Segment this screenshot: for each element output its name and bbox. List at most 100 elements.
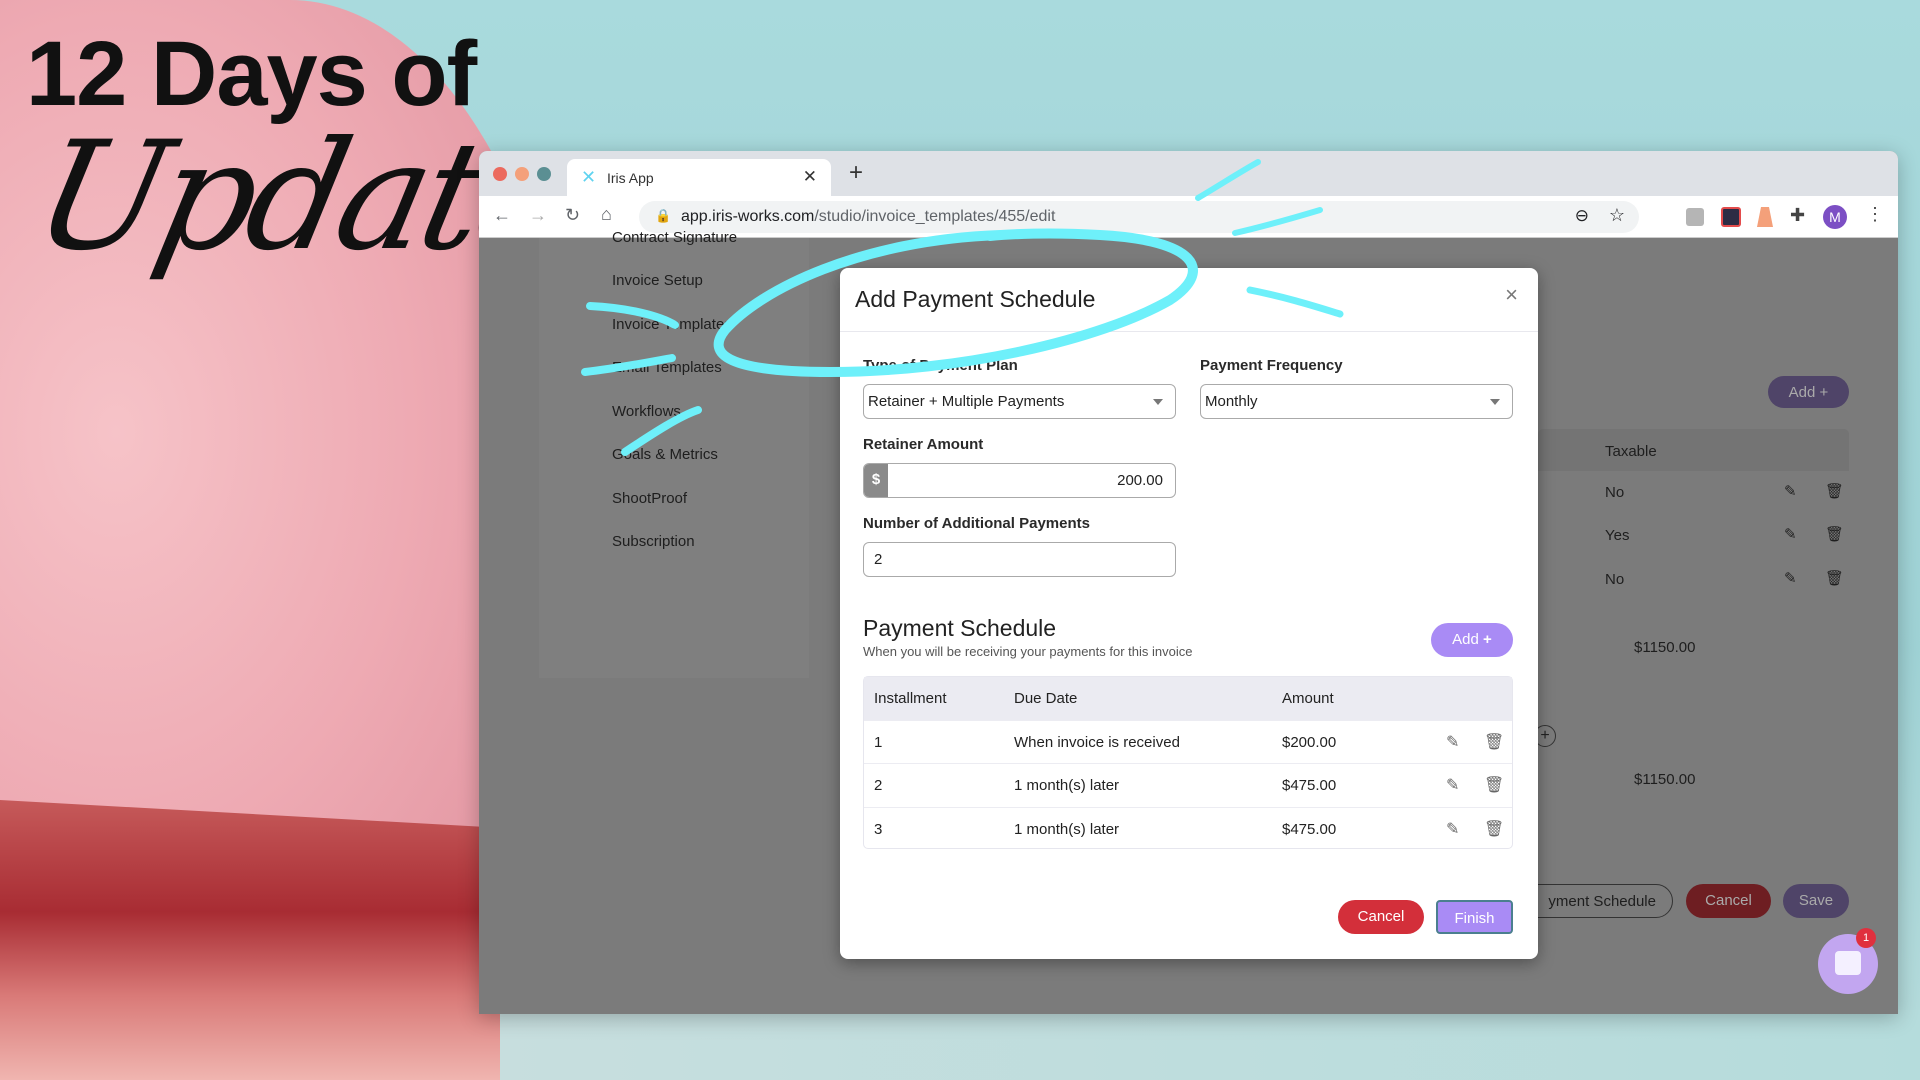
tab-iris-app[interactable]: ✕ Iris App ✕ [567, 159, 831, 196]
amount: $475.00 [1282, 777, 1337, 795]
total-amount: $1150.00 [1634, 771, 1696, 788]
chat-icon [1835, 951, 1861, 975]
table-row: 2 1 month(s) later $475.00 ✎ 🗑 [864, 763, 1512, 806]
close-window-button[interactable] [493, 167, 507, 181]
table-row: 1 When invoice is received $200.00 ✎ 🗑 [864, 720, 1512, 763]
lock-icon: 🔒 [655, 208, 672, 223]
sidebar-item-goals-metrics[interactable]: Goals & Metrics [612, 446, 718, 463]
divider [840, 331, 1538, 332]
total-amount: $1150.00 [1634, 639, 1696, 656]
trash-icon[interactable]: 🗑 [1484, 732, 1504, 752]
installment-number: 1 [874, 734, 883, 751]
taxable-value: No [1605, 484, 1625, 501]
minimize-window-button[interactable] [515, 167, 529, 181]
pencil-icon[interactable]: ✎ [1784, 525, 1797, 543]
payment-frequency-select[interactable]: Monthly [1200, 384, 1513, 419]
chat-widget-button[interactable]: 1 [1818, 928, 1878, 994]
cancel-button[interactable]: Cancel [1338, 900, 1424, 934]
reload-icon[interactable]: ↻ [565, 205, 580, 226]
installment-number: 3 [874, 820, 883, 838]
extension-chart-icon[interactable] [1721, 207, 1741, 227]
back-icon[interactable]: ← [493, 205, 511, 226]
trash-icon[interactable]: 🗑 [1825, 525, 1844, 543]
col-due-date: Due Date [1014, 690, 1078, 707]
frequency-value: Monthly [1205, 393, 1258, 410]
schedule-title: Payment Schedule [863, 615, 1057, 641]
tab-title: Iris App [607, 170, 654, 186]
add-payment-schedule-modal: Add Payment Schedule × Type of Payment P… [840, 268, 1538, 959]
pencil-icon[interactable]: ✎ [1446, 732, 1459, 752]
table-header: Installment Due Date Amount [864, 677, 1512, 720]
url-path: /studio/invoice_templates/455/edit [814, 208, 1056, 225]
due-date: 1 month(s) later [1014, 820, 1120, 838]
menu-kebab-icon[interactable]: ⋮ [1866, 204, 1884, 225]
home-icon[interactable]: ⌂ [601, 204, 612, 225]
chevron-down-icon [1490, 399, 1500, 405]
plus-icon: + [1483, 631, 1492, 648]
add-installment-button[interactable]: Add + [1431, 623, 1513, 657]
due-date: 1 month(s) later [1014, 777, 1120, 795]
background-save-button[interactable]: Save [1783, 884, 1849, 918]
plan-label: Type of Payment Plan [863, 357, 1018, 374]
due-date: When invoice is received [1014, 734, 1180, 751]
extension-h-icon[interactable] [1686, 208, 1704, 226]
sidebar-item-subscription[interactable]: Subscription [612, 533, 695, 550]
pencil-icon[interactable]: ✎ [1784, 569, 1797, 587]
pencil-icon[interactable]: ✎ [1784, 482, 1797, 500]
trash-icon[interactable]: 🗑 [1825, 482, 1844, 500]
trash-icon[interactable]: 🗑 [1484, 819, 1504, 839]
trash-icon[interactable]: 🗑 [1825, 569, 1844, 587]
background-table-header [1538, 429, 1849, 471]
col-taxable: Taxable [1605, 443, 1657, 460]
close-icon[interactable]: × [1505, 282, 1518, 308]
extension-orange-icon[interactable] [1757, 207, 1773, 227]
payment-plan-select[interactable]: Retainer + Multiple Payments [863, 384, 1176, 419]
background-cancel-button[interactable]: Cancel [1686, 884, 1771, 918]
col-installment: Installment [874, 690, 947, 707]
sidebar-item-invoice-templates[interactable]: Invoice Templates [612, 316, 732, 333]
maximize-window-button[interactable] [537, 167, 551, 181]
settings-sidebar: Contract Signature Invoice Setup Invoice… [539, 229, 809, 678]
currency-prefix: $ [864, 464, 888, 497]
new-tab-button[interactable]: + [849, 159, 863, 187]
tab-bar: ✕ Iris App ✕ + [479, 151, 1898, 196]
retainer-label: Retainer Amount [863, 436, 984, 453]
amount: $200.00 [1282, 734, 1337, 751]
address-bar[interactable]: 🔒 app.iris-works.com/studio/invoice_temp… [639, 201, 1639, 233]
close-tab-icon[interactable]: ✕ [803, 167, 817, 187]
amount: $475.00 [1282, 820, 1337, 838]
zoom-icon[interactable]: ⊖ [1575, 206, 1589, 226]
sidebar-item-email-templates[interactable]: Email Templates [612, 359, 722, 376]
bookmark-star-icon[interactable]: ☆ [1609, 205, 1625, 226]
modal-title: Add Payment Schedule [855, 286, 1096, 312]
retainer-amount-input[interactable]: $200.00 [863, 463, 1176, 498]
notification-badge: 1 [1856, 928, 1876, 948]
sidebar-item-shootproof[interactable]: ShootProof [612, 490, 687, 507]
retainer-value: 200.00 [1117, 472, 1163, 489]
background-red-glass [0, 800, 560, 1080]
profile-avatar[interactable]: M [1823, 205, 1847, 229]
schedule-subtitle: When you will be receiving your payments… [863, 644, 1193, 659]
sidebar-item-contract-signature[interactable]: Contract Signature [612, 229, 737, 246]
sidebar-item-workflows[interactable]: Workflows [612, 403, 681, 420]
extensions-puzzle-icon[interactable]: ✚ [1790, 205, 1805, 226]
forward-icon[interactable]: → [529, 205, 547, 226]
num-payments-label: Number of Additional Payments [863, 515, 1090, 532]
finish-button[interactable]: Finish [1436, 900, 1513, 934]
background-add-button[interactable]: Add + [1768, 376, 1849, 408]
add-label: Add [1788, 384, 1816, 401]
sidebar-item-invoice-setup[interactable]: Invoice Setup [612, 272, 703, 289]
schedule-table: Installment Due Date Amount 1 When invoi… [863, 676, 1513, 849]
taxable-value: Yes [1605, 527, 1630, 544]
trash-icon[interactable]: 🗑 [1484, 775, 1504, 795]
url-host: app.iris-works.com [681, 208, 815, 225]
pencil-icon[interactable]: ✎ [1446, 775, 1459, 795]
taxable-value: No [1605, 571, 1625, 588]
add-label: Add [1452, 631, 1479, 648]
num-payments-input[interactable]: 2 [863, 542, 1176, 577]
pencil-icon[interactable]: ✎ [1446, 819, 1459, 839]
col-amount: Amount [1282, 690, 1334, 707]
chevron-down-icon [1153, 399, 1163, 405]
plan-value: Retainer + Multiple Payments [868, 393, 1065, 410]
table-row: 3 1 month(s) later $475.00 ✎ 🗑 [864, 806, 1512, 850]
